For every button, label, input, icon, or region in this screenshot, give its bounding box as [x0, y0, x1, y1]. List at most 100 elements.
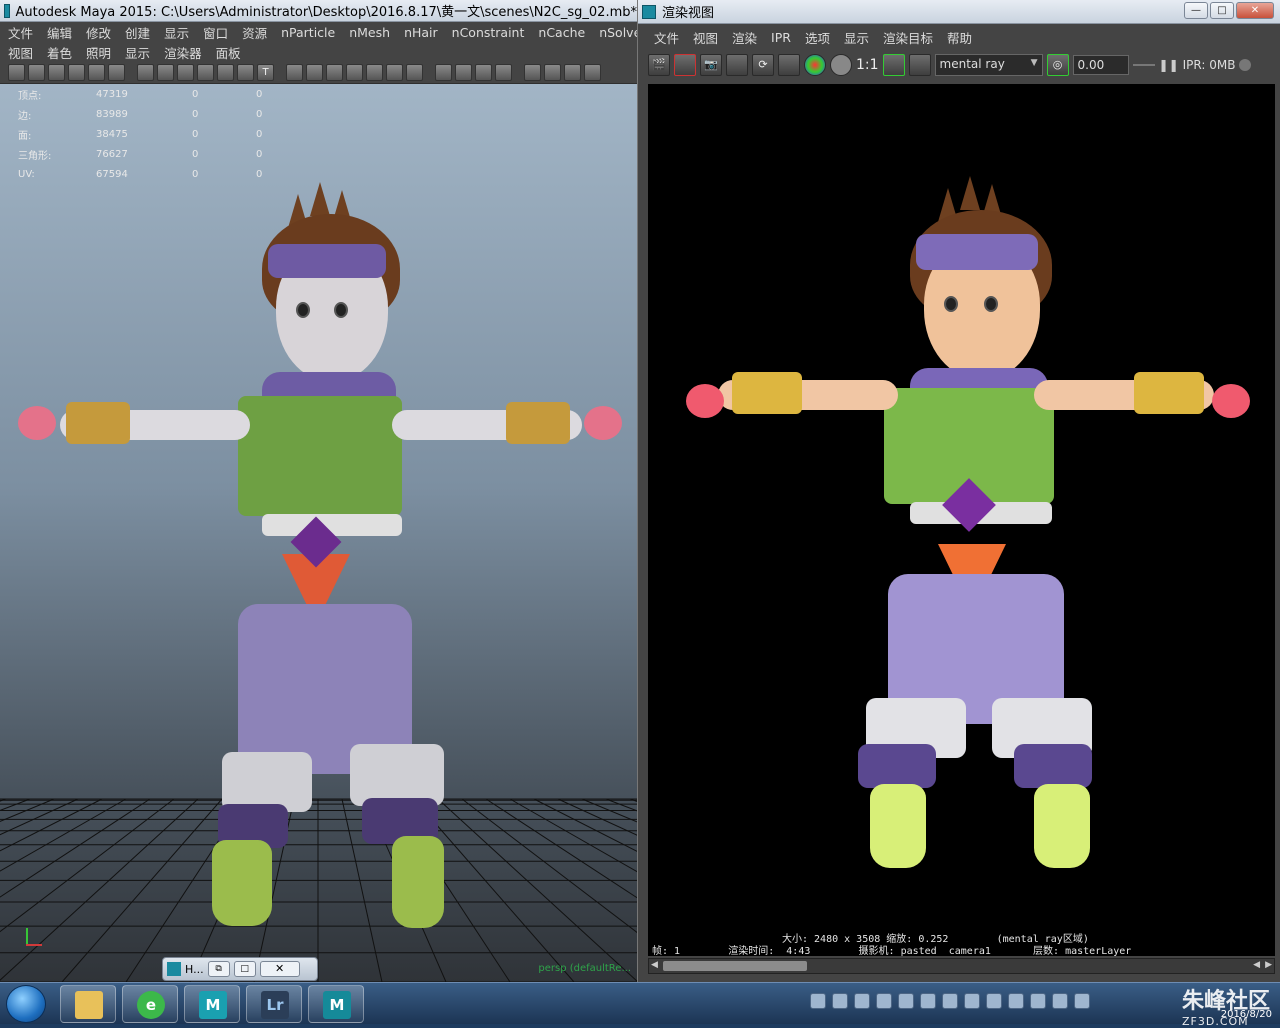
- xray-icon[interactable]: [455, 64, 472, 81]
- ipr-render-icon[interactable]: [726, 54, 748, 76]
- menu-ncache[interactable]: nCache: [538, 25, 585, 40]
- taskbar-explorer[interactable]: [60, 985, 116, 1023]
- panel-menu-renderer[interactable]: 渲染器: [164, 43, 202, 62]
- rv-menu-render-target[interactable]: 渲染目标: [883, 28, 933, 47]
- menu-file[interactable]: 文件: [8, 23, 33, 42]
- qq-icon[interactable]: [1008, 993, 1024, 1009]
- scroll-left-end-icon[interactable]: ◀: [1253, 960, 1260, 970]
- menu-display[interactable]: 显示: [164, 23, 189, 42]
- display-icon[interactable]: [1030, 993, 1046, 1009]
- alpha-channel-icon[interactable]: [830, 54, 852, 76]
- pen-icon[interactable]: [108, 64, 125, 81]
- xray-joints-icon[interactable]: [475, 64, 492, 81]
- grid-icon[interactable]: [137, 64, 154, 81]
- volume-icon[interactable]: [964, 993, 980, 1009]
- panel-menu-lighting[interactable]: 照明: [86, 43, 111, 62]
- menu-assets[interactable]: 资源: [242, 23, 267, 42]
- refresh-icon[interactable]: ⟳: [752, 54, 774, 76]
- close-button[interactable]: ✕: [1236, 2, 1274, 19]
- shadows-icon[interactable]: [386, 64, 403, 81]
- field-chart-icon[interactable]: [217, 64, 234, 81]
- xray-components-icon[interactable]: [495, 64, 512, 81]
- wireframe-on-shaded-icon[interactable]: [326, 64, 343, 81]
- menu-nconstraint[interactable]: nConstraint: [452, 25, 525, 40]
- menu-nhair[interactable]: nHair: [404, 25, 438, 40]
- menu-create[interactable]: 创建: [125, 23, 150, 42]
- horizontal-scrollbar[interactable]: ◀ ◀ ▶: [648, 958, 1275, 974]
- select-camera-icon[interactable]: [8, 64, 25, 81]
- exposure-field[interactable]: 0.00: [1072, 55, 1129, 75]
- panel-menu-view[interactable]: 视图: [8, 43, 33, 62]
- menu-window[interactable]: 窗口: [203, 23, 228, 42]
- minimized-window-bar[interactable]: H... ⧉ □ ✕: [162, 957, 318, 981]
- pause-ipr-icon[interactable]: ❚❚: [1159, 58, 1179, 72]
- render-sequence-icon[interactable]: [778, 54, 800, 76]
- exposure-icon[interactable]: ◎: [1046, 54, 1069, 76]
- scrollbar-thumb[interactable]: [663, 961, 807, 971]
- menu-edit[interactable]: 编辑: [47, 23, 72, 42]
- menu-nmesh[interactable]: nMesh: [349, 25, 390, 40]
- character-model-viewport[interactable]: [0, 84, 637, 982]
- maximize-button[interactable]: □: [233, 961, 256, 977]
- start-button[interactable]: [6, 985, 46, 1023]
- renderer-select[interactable]: mental ray ▼: [934, 54, 1043, 76]
- grease-pencil-icon[interactable]: [88, 64, 105, 81]
- update-icon[interactable]: [898, 993, 914, 1009]
- remove-image-icon[interactable]: [908, 54, 931, 76]
- snapshot-icon[interactable]: 📷: [700, 54, 722, 76]
- flag-icon[interactable]: [1052, 993, 1068, 1009]
- rv-menu-display[interactable]: 显示: [844, 28, 869, 47]
- rv-menu-ipr[interactable]: IPR: [771, 30, 791, 45]
- image-plane-icon[interactable]: [68, 64, 85, 81]
- network-icon[interactable]: [854, 993, 870, 1009]
- maximize-button[interactable]: □: [1210, 2, 1234, 19]
- smooth-shade-icon[interactable]: [306, 64, 323, 81]
- lights-icon[interactable]: [366, 64, 383, 81]
- scroll-right-icon[interactable]: ▶: [1265, 960, 1272, 970]
- render-region-icon[interactable]: [674, 54, 696, 76]
- rv-menu-view[interactable]: 视图: [693, 28, 718, 47]
- menu-modify[interactable]: 修改: [86, 23, 111, 42]
- minimize-button[interactable]: —: [1184, 2, 1208, 19]
- taskbar-maya[interactable]: M: [184, 985, 240, 1023]
- hud-toggle-icon[interactable]: [524, 64, 541, 81]
- exposure-slider[interactable]: [1132, 64, 1155, 66]
- rv-menu-options[interactable]: 选项: [805, 28, 830, 47]
- restore-button[interactable]: ⧉: [207, 961, 230, 977]
- keep-image-icon[interactable]: [882, 54, 905, 76]
- four-view-icon[interactable]: [564, 64, 581, 81]
- menu-nparticle[interactable]: nParticle: [281, 25, 335, 40]
- help-icon[interactable]: [832, 993, 848, 1009]
- resolution-gate-icon[interactable]: [177, 64, 194, 81]
- ambient-occlusion-icon[interactable]: [406, 64, 423, 81]
- bookmark-icon[interactable]: [48, 64, 65, 81]
- speaker-icon[interactable]: [1074, 993, 1090, 1009]
- shield-icon[interactable]: [876, 993, 892, 1009]
- text-icon[interactable]: T: [257, 64, 274, 81]
- gate-mask-icon[interactable]: [197, 64, 214, 81]
- keyboard-icon[interactable]: [810, 993, 826, 1009]
- textured-icon[interactable]: [346, 64, 363, 81]
- chat-icon[interactable]: [942, 993, 958, 1009]
- battery-icon[interactable]: [986, 993, 1002, 1009]
- panel-menu-panels[interactable]: 面板: [216, 43, 241, 62]
- taskbar-browser[interactable]: e: [122, 985, 178, 1023]
- rv-menu-help[interactable]: 帮助: [947, 28, 972, 47]
- clock[interactable]: 2016/8/20: [1221, 1009, 1272, 1020]
- close-button[interactable]: ✕: [259, 961, 300, 977]
- panel-menu-show[interactable]: 显示: [125, 43, 150, 62]
- rv-menu-render[interactable]: 渲染: [732, 28, 757, 47]
- safe-action-icon[interactable]: [237, 64, 254, 81]
- taskbar-maya-2015[interactable]: M: [308, 985, 364, 1023]
- color-channels-icon[interactable]: [804, 54, 826, 76]
- wireframe-icon[interactable]: [286, 64, 303, 81]
- taskbar-lightroom[interactable]: Lr: [246, 985, 302, 1023]
- perspective-viewport[interactable]: 顶点: 47319 0 0 边: 83989 0 0 面: 38475 0 0 …: [0, 84, 637, 982]
- security-icon[interactable]: [920, 993, 936, 1009]
- rv-menu-file[interactable]: 文件: [654, 28, 679, 47]
- scroll-left-icon[interactable]: ◀: [651, 960, 658, 970]
- outliner-persp-icon[interactable]: [584, 64, 601, 81]
- film-gate-icon[interactable]: [157, 64, 174, 81]
- single-view-icon[interactable]: [544, 64, 561, 81]
- camera-attributes-icon[interactable]: [28, 64, 45, 81]
